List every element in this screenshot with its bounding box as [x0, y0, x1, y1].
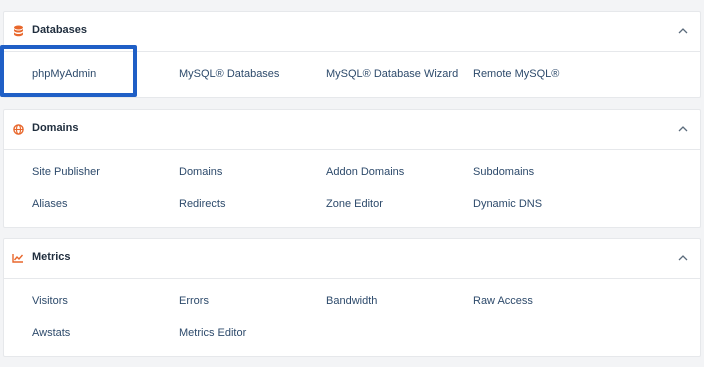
link-addon-domains[interactable]: Addon Domains	[326, 166, 404, 178]
link-site-publisher[interactable]: Site Publisher	[32, 166, 100, 178]
metrics-panel-header[interactable]: Metrics	[4, 239, 700, 279]
link-bandwidth[interactable]: Bandwidth	[326, 295, 377, 307]
link-awstats[interactable]: Awstats	[32, 327, 70, 339]
link-domains[interactable]: Domains	[179, 166, 222, 178]
link-raw-access[interactable]: Raw Access	[473, 295, 533, 307]
link-errors[interactable]: Errors	[179, 295, 209, 307]
domains-panel-header[interactable]: Domains	[4, 110, 700, 150]
chevron-up-icon[interactable]	[676, 24, 690, 38]
link-metrics-editor[interactable]: Metrics Editor	[179, 327, 246, 339]
highlight-box	[0, 45, 137, 97]
link-zone-editor[interactable]: Zone Editor	[326, 198, 383, 210]
metrics-panel: Metrics Visitors Errors Bandwidth Raw Ac…	[3, 238, 701, 357]
globe-icon	[12, 123, 24, 135]
link-redirects[interactable]: Redirects	[179, 198, 225, 210]
link-mysql-database-wizard[interactable]: MySQL® Database Wizard	[326, 68, 458, 80]
link-dynamic-dns[interactable]: Dynamic DNS	[473, 198, 542, 210]
link-aliases[interactable]: Aliases	[32, 198, 67, 210]
chevron-up-icon[interactable]	[676, 122, 690, 136]
link-mysql-databases[interactable]: MySQL® Databases	[179, 68, 279, 80]
domains-panel: Domains Site Publisher Domains Addon Dom…	[3, 109, 701, 228]
link-subdomains[interactable]: Subdomains	[473, 166, 534, 178]
databases-title: Databases	[32, 24, 88, 36]
chart-line-icon	[12, 252, 24, 264]
database-icon	[12, 25, 24, 37]
chevron-up-icon[interactable]	[676, 251, 690, 265]
link-remote-mysql[interactable]: Remote MySQL®	[473, 68, 559, 80]
metrics-title: Metrics	[32, 251, 71, 263]
domains-title: Domains	[32, 122, 79, 134]
link-visitors[interactable]: Visitors	[32, 295, 68, 307]
